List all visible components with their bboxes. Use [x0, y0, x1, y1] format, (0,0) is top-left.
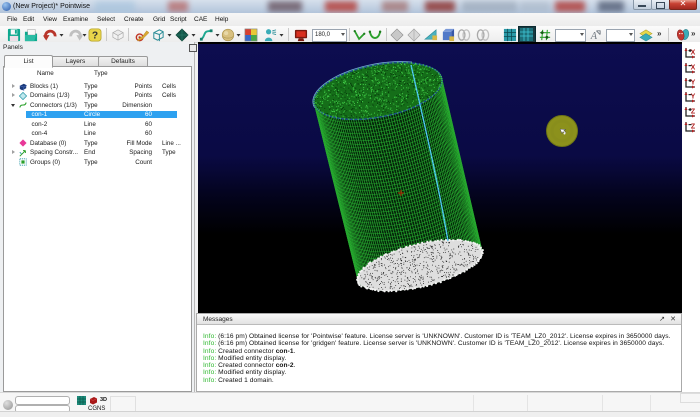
svg-text:?: ? — [92, 31, 98, 42]
svg-text:Z: Z — [691, 124, 696, 131]
svg-text:A: A — [590, 31, 598, 42]
svg-text:Z: Z — [691, 109, 696, 116]
